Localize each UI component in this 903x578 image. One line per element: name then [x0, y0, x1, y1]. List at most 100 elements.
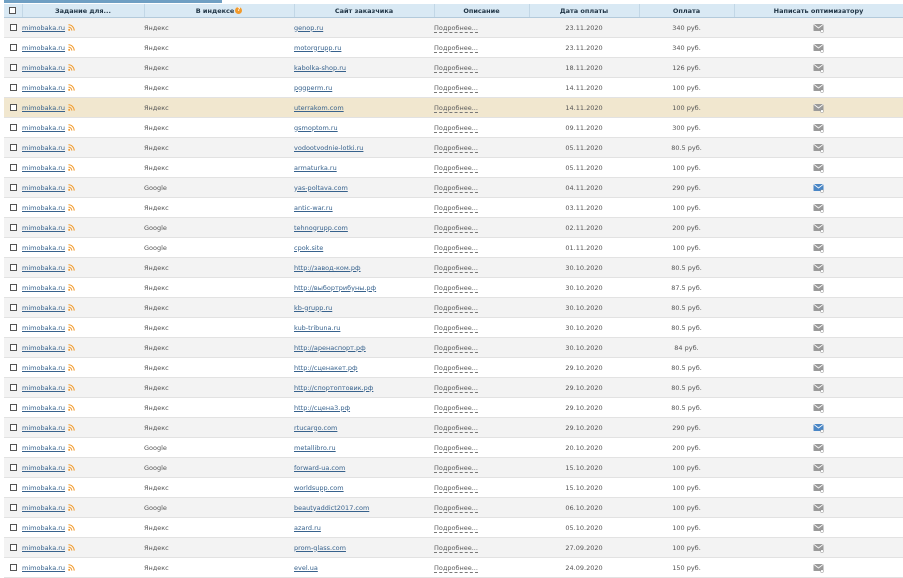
rss-icon[interactable] [68, 504, 75, 511]
envelope-icon[interactable] [813, 323, 824, 333]
help-icon[interactable]: ? [235, 7, 243, 14]
envelope-icon[interactable] [813, 83, 824, 93]
task-link[interactable]: mimobaka.ru [22, 144, 65, 152]
customer-site-link[interactable]: metallibro.ru [294, 444, 336, 452]
details-link[interactable]: Подробнее... [434, 523, 478, 533]
customer-site-link[interactable]: pggperm.ru [294, 84, 332, 92]
envelope-icon[interactable] [813, 463, 824, 473]
task-link[interactable]: mimobaka.ru [22, 224, 65, 232]
task-link[interactable]: mimobaka.ru [22, 364, 65, 372]
task-link[interactable]: mimobaka.ru [22, 204, 65, 212]
details-link[interactable]: Подробнее... [434, 403, 478, 413]
rss-icon[interactable] [68, 124, 75, 131]
details-link[interactable]: Подробнее... [434, 243, 478, 253]
task-link[interactable]: mimobaka.ru [22, 284, 65, 292]
details-link[interactable]: Подробнее... [434, 203, 478, 213]
rss-icon[interactable] [68, 524, 75, 531]
rss-icon[interactable] [68, 484, 75, 491]
row-checkbox[interactable] [9, 564, 17, 571]
task-link[interactable]: mimobaka.ru [22, 504, 65, 512]
row-checkbox[interactable] [9, 384, 17, 391]
envelope-icon[interactable] [813, 303, 824, 313]
rss-icon[interactable] [68, 344, 75, 351]
envelope-icon[interactable] [813, 103, 824, 113]
header-payment[interactable]: Оплата [639, 4, 735, 18]
rss-icon[interactable] [68, 284, 75, 291]
row-checkbox[interactable] [9, 444, 17, 451]
task-link[interactable]: mimobaka.ru [22, 404, 65, 412]
row-checkbox[interactable] [9, 524, 17, 531]
row-checkbox[interactable] [9, 224, 17, 231]
customer-site-link[interactable]: vodootvodnie-lotki.ru [294, 144, 363, 152]
row-checkbox[interactable] [9, 264, 17, 271]
customer-site-link[interactable]: worldsupp.com [294, 484, 344, 492]
task-link[interactable]: mimobaka.ru [22, 484, 65, 492]
row-checkbox[interactable] [9, 204, 17, 211]
customer-site-link[interactable]: http://завод-ком.рф [294, 264, 361, 272]
details-link[interactable]: Подробнее... [434, 463, 478, 473]
rss-icon[interactable] [68, 244, 75, 251]
details-link[interactable]: Подробнее... [434, 283, 478, 293]
rss-icon[interactable] [68, 184, 75, 191]
details-link[interactable]: Подробнее... [434, 83, 478, 93]
envelope-icon[interactable] [813, 423, 824, 433]
row-checkbox[interactable] [9, 324, 17, 331]
envelope-icon[interactable] [813, 363, 824, 373]
row-checkbox[interactable] [9, 284, 17, 291]
details-link[interactable]: Подробнее... [434, 63, 478, 73]
row-checkbox[interactable] [9, 364, 17, 371]
row-checkbox[interactable] [9, 544, 17, 551]
task-link[interactable]: mimobaka.ru [22, 564, 65, 572]
row-checkbox[interactable] [9, 104, 17, 111]
envelope-icon[interactable] [813, 543, 824, 553]
customer-site-link[interactable]: tehnogrupp.com [294, 224, 348, 232]
details-link[interactable]: Подробнее... [434, 123, 478, 133]
envelope-icon[interactable] [813, 383, 824, 393]
envelope-icon[interactable] [813, 403, 824, 413]
row-checkbox[interactable] [9, 464, 17, 471]
details-link[interactable]: Подробнее... [434, 103, 478, 113]
customer-site-link[interactable]: yas-poltava.com [294, 184, 348, 192]
rss-icon[interactable] [68, 544, 75, 551]
envelope-icon[interactable] [813, 283, 824, 293]
envelope-icon[interactable] [813, 123, 824, 133]
details-link[interactable]: Подробнее... [434, 183, 478, 193]
row-checkbox[interactable] [9, 124, 17, 131]
details-link[interactable]: Подробнее... [434, 383, 478, 393]
task-link[interactable]: mimobaka.ru [22, 84, 65, 92]
header-select-all[interactable] [4, 4, 23, 18]
task-link[interactable]: mimobaka.ru [22, 524, 65, 532]
header-index[interactable]: В индексе? [144, 4, 295, 18]
envelope-icon[interactable] [813, 203, 824, 213]
task-link[interactable]: mimobaka.ru [22, 184, 65, 192]
envelope-icon[interactable] [813, 263, 824, 273]
select-all-checkbox[interactable] [9, 7, 17, 14]
rss-icon[interactable] [68, 464, 75, 471]
customer-site-link[interactable]: evel.ua [294, 564, 318, 572]
customer-site-link[interactable]: prom-glass.com [294, 544, 346, 552]
task-link[interactable]: mimobaka.ru [22, 104, 65, 112]
rss-icon[interactable] [68, 164, 75, 171]
row-checkbox[interactable] [9, 424, 17, 431]
task-link[interactable]: mimobaka.ru [22, 304, 65, 312]
customer-site-link[interactable]: uterrakom.com [294, 104, 344, 112]
row-checkbox[interactable] [9, 144, 17, 151]
customer-site-link[interactable]: kub-tribuna.ru [294, 324, 340, 332]
envelope-icon[interactable] [813, 243, 824, 253]
details-link[interactable]: Подробнее... [434, 543, 478, 553]
details-link[interactable]: Подробнее... [434, 263, 478, 273]
header-description[interactable]: Описание [434, 4, 530, 18]
customer-site-link[interactable]: forward-ua.com [294, 464, 345, 472]
task-link[interactable]: mimobaka.ru [22, 264, 65, 272]
envelope-icon[interactable] [813, 483, 824, 493]
rss-icon[interactable] [68, 364, 75, 371]
task-link[interactable]: mimobaka.ru [22, 244, 65, 252]
envelope-icon[interactable] [813, 223, 824, 233]
task-link[interactable]: mimobaka.ru [22, 124, 65, 132]
rss-icon[interactable] [68, 324, 75, 331]
envelope-icon[interactable] [813, 43, 824, 53]
envelope-icon[interactable] [813, 23, 824, 33]
customer-site-link[interactable]: http://выбортрибуны.рф [294, 284, 376, 292]
customer-site-link[interactable]: http://аренаспорт.рф [294, 344, 366, 352]
customer-site-link[interactable]: beautyaddict2017.com [294, 504, 369, 512]
